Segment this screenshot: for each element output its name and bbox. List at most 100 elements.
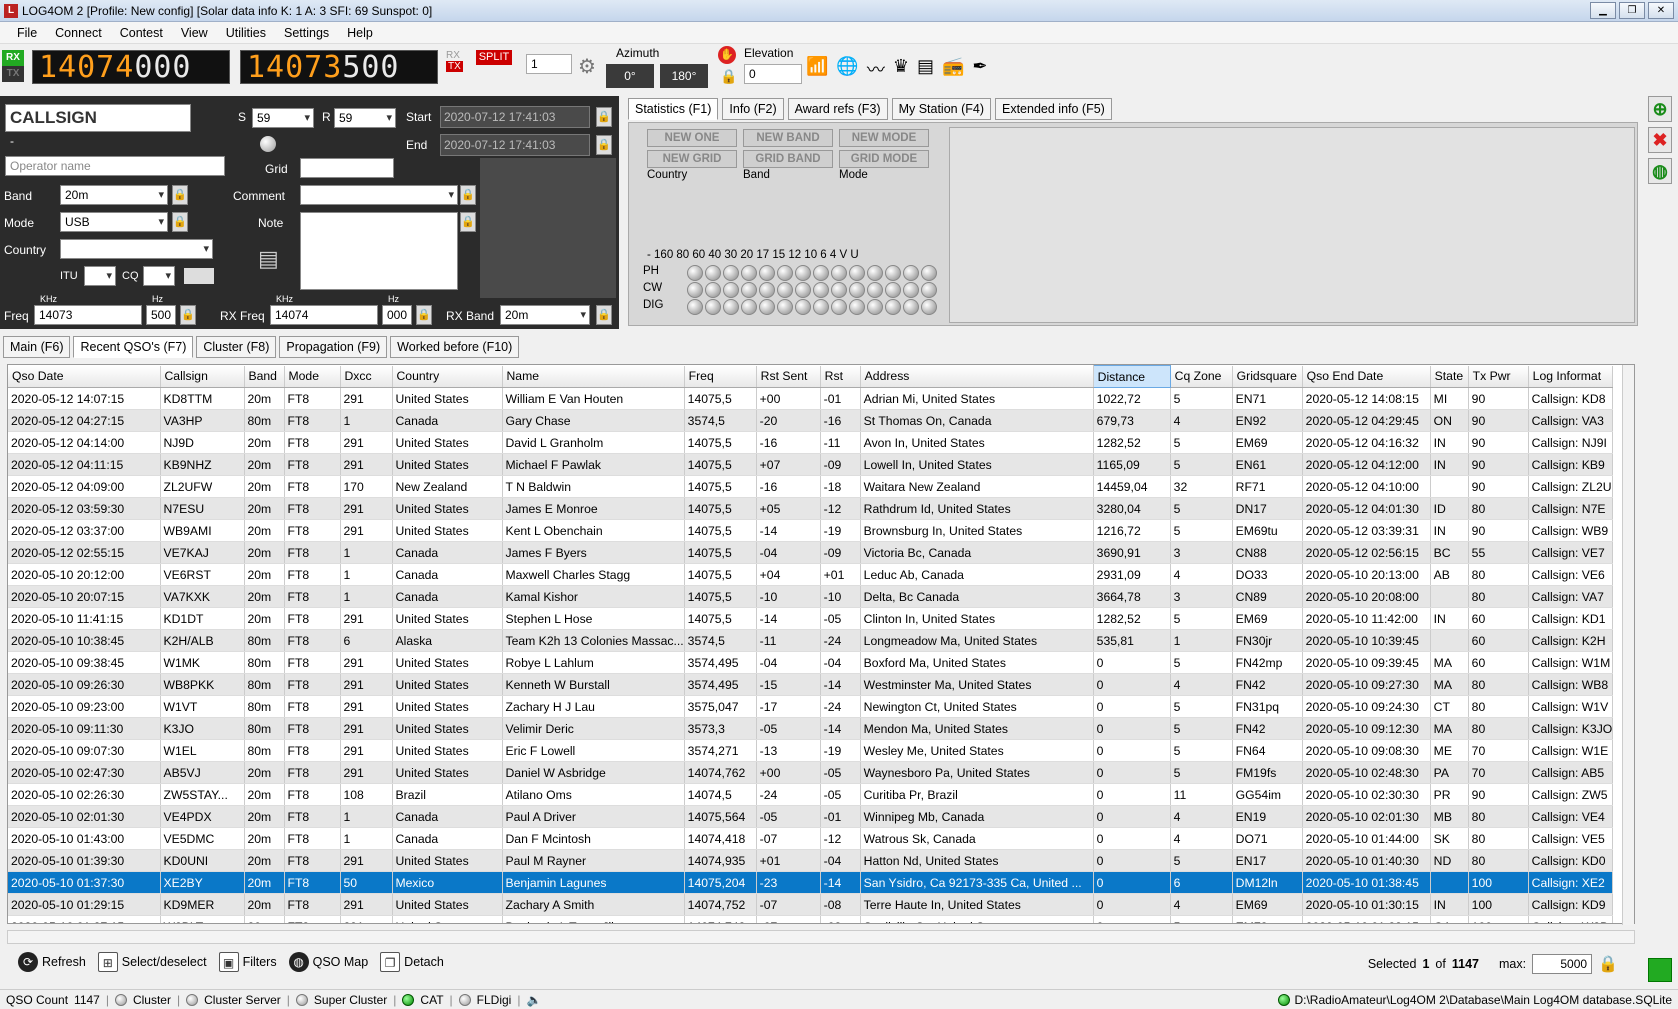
- notebook-icon[interactable]: ▤: [258, 246, 279, 272]
- table-row[interactable]: 2020-05-10 09:38:45 W1MK 80m FT8 291 United S…: [8, 651, 1614, 674]
- table-row[interactable]: 2020-05-10 09:23:00 W1VT 80m FT8 291 United S…: [8, 695, 1614, 718]
- tab-cluster[interactable]: Cluster (F8): [196, 336, 277, 358]
- fldigi-status[interactable]: FLDigi: [477, 993, 512, 1007]
- crown-icon[interactable]: ♛: [893, 56, 909, 82]
- menu-file[interactable]: File: [8, 26, 46, 40]
- azimuth-180-button[interactable]: 180°: [660, 64, 708, 88]
- table-row[interactable]: 2020-05-10 09:07:30 W1EL 80m FT8 291 United S…: [8, 739, 1614, 762]
- list-icon[interactable]: ▤: [917, 56, 934, 82]
- table-row[interactable]: 2020-05-10 20:07:15 VA7KXK 20m FT8 1 Canada Ka…: [8, 585, 1614, 608]
- column-header[interactable]: Qso End Date: [1302, 365, 1431, 388]
- filters-button[interactable]: ▣ Filters: [218, 952, 277, 972]
- column-header[interactable]: Rst: [820, 365, 861, 388]
- column-header[interactable]: Log Informat: [1528, 365, 1614, 388]
- propagation-icon[interactable]: 〰: [867, 56, 885, 82]
- tab-statistics[interactable]: Statistics (F1): [628, 98, 719, 120]
- column-header[interactable]: Qso Date: [8, 365, 161, 388]
- table-row[interactable]: 2020-05-10 10:38:45 K2H/ALB 80m FT8 6 Alaska T…: [8, 629, 1614, 652]
- grid-input[interactable]: [300, 158, 394, 178]
- minimize-button[interactable]: ▁: [1590, 2, 1616, 19]
- table-row[interactable]: 2020-05-10 20:12:00 VE6RST 20m FT8 1 Canada Ma…: [8, 563, 1614, 586]
- rxfreq-lock-icon[interactable]: 🔒: [416, 305, 432, 325]
- tab-worked-before[interactable]: Worked before (F10): [390, 336, 520, 358]
- vfo-stepper[interactable]: 1: [526, 54, 572, 74]
- column-header[interactable]: Gridsquare: [1232, 365, 1303, 388]
- azimuth-0-button[interactable]: 0°: [606, 64, 654, 88]
- tab-recent-qsos[interactable]: Recent QSO's (F7): [73, 336, 194, 358]
- table-row[interactable]: 2020-05-12 14:07:15 KD8TTM 20m FT8 291 United…: [8, 387, 1614, 410]
- start-lock-icon[interactable]: 🔒: [596, 107, 612, 127]
- max-lock-icon[interactable]: 🔒: [1598, 954, 1618, 974]
- cluster-server-status[interactable]: Cluster Server: [204, 993, 281, 1007]
- refresh-button[interactable]: ⟳ Refresh: [18, 952, 86, 972]
- table-row[interactable]: 2020-05-12 04:14:00 NJ9D 20m FT8 291 United S…: [8, 431, 1614, 454]
- vertical-scrollbar[interactable]: [1622, 365, 1634, 925]
- start-datetime[interactable]: 2020-07-12 17:41:03: [440, 106, 590, 128]
- freq-lock-icon[interactable]: 🔒: [180, 305, 196, 325]
- menu-view[interactable]: View: [172, 26, 217, 40]
- rst-received-select[interactable]: 59: [334, 108, 396, 128]
- column-header[interactable]: Freq: [684, 365, 757, 388]
- globe-lookup-icon[interactable]: ◍: [1648, 158, 1672, 184]
- menu-contest[interactable]: Contest: [111, 26, 172, 40]
- clear-qso-icon[interactable]: ✖: [1648, 127, 1672, 153]
- note-lock-icon[interactable]: 🔒: [460, 212, 476, 232]
- cq-select[interactable]: [143, 266, 175, 286]
- qso-map-button[interactable]: ◍ QSO Map: [288, 952, 368, 972]
- comment-input[interactable]: [300, 185, 458, 205]
- max-input[interactable]: 5000: [1532, 954, 1593, 974]
- column-header[interactable]: Dxcc: [340, 365, 393, 388]
- freq-hz-input[interactable]: 500: [146, 305, 176, 325]
- column-header[interactable]: Address: [860, 365, 1094, 388]
- radio-icon[interactable]: 📻: [942, 56, 964, 82]
- cluster-status[interactable]: Cluster: [133, 993, 171, 1007]
- country-select[interactable]: [60, 239, 213, 259]
- tab-propagation[interactable]: Propagation (F9): [279, 336, 388, 358]
- pen-icon[interactable]: ✒: [972, 56, 987, 82]
- elevation-input[interactable]: 0: [744, 64, 802, 84]
- maximize-button[interactable]: ❐: [1619, 2, 1645, 19]
- menu-settings[interactable]: Settings: [275, 26, 338, 40]
- add-qso-icon[interactable]: ⊕: [1648, 96, 1672, 122]
- table-row[interactable]: 2020-05-10 09:11:30 K3JO 80m FT8 291 United S…: [8, 717, 1614, 740]
- column-header[interactable]: State: [1430, 365, 1469, 388]
- table-row[interactable]: 2020-05-12 02:55:15 VE7KAJ 20m FT8 1 Canada Ja…: [8, 541, 1614, 564]
- rxfreq-khz-input[interactable]: 14074: [270, 305, 378, 325]
- rx-frequency-display[interactable]: 14073500: [240, 50, 438, 85]
- table-row[interactable]: 2020-05-10 11:41:15 KD1DT 20m FT8 291 United …: [8, 607, 1614, 630]
- detach-button[interactable]: ❐ Detach: [380, 952, 444, 972]
- table-row[interactable]: 2020-05-12 03:59:30 N7ESU 20m FT8 291 United …: [8, 497, 1614, 520]
- column-header[interactable]: Distance: [1092, 365, 1171, 388]
- note-textarea[interactable]: [300, 212, 458, 290]
- tab-my-station[interactable]: My Station (F4): [891, 98, 991, 120]
- band-lock-icon[interactable]: 🔒: [172, 185, 188, 205]
- rxband-lock-icon[interactable]: 🔒: [596, 305, 612, 325]
- antenna-icon[interactable]: 📶: [806, 56, 828, 82]
- tab-info[interactable]: Info (F2): [722, 98, 784, 120]
- rst-sent-select[interactable]: 59: [252, 108, 314, 128]
- itu-select[interactable]: [84, 266, 116, 286]
- table-row[interactable]: 2020-05-12 04:09:00 ZL2UFW 20m FT8 170 New Ze…: [8, 475, 1614, 498]
- rxfreq-hz-input[interactable]: 000: [382, 305, 412, 325]
- callsign-input[interactable]: CALLSIGN: [5, 104, 191, 132]
- table-row[interactable]: 2020-05-10 01:37:30 XE2BY 20m FT8 50 Mexico Be…: [8, 871, 1614, 894]
- band-select[interactable]: 20m: [60, 185, 168, 205]
- select-deselect-button[interactable]: ⊞ Select/deselect: [97, 952, 207, 972]
- horizontal-scrollbar[interactable]: [7, 930, 1635, 944]
- end-datetime[interactable]: 2020-07-12 17:41:03: [440, 134, 590, 156]
- column-header[interactable]: Name: [502, 365, 685, 388]
- stop-rotor-icon[interactable]: ✋: [718, 46, 736, 64]
- table-row[interactable]: 2020-05-10 02:47:30 AB5VJ 20m FT8 291 United …: [8, 761, 1614, 784]
- column-header[interactable]: Rst Sent: [756, 365, 821, 388]
- table-row[interactable]: 2020-05-10 01:43:00 VE5DMC 20m FT8 1 Canada Da…: [8, 827, 1614, 850]
- column-header[interactable]: Tx Pwr: [1468, 365, 1529, 388]
- speaker-icon[interactable]: 🔈: [526, 993, 541, 1007]
- mode-lock-icon[interactable]: 🔒: [172, 212, 188, 232]
- cat-status[interactable]: CAT: [420, 993, 443, 1007]
- operator-name-input[interactable]: Operator name: [5, 156, 225, 176]
- gear-icon[interactable]: ⚙: [578, 54, 596, 79]
- tab-extended-info[interactable]: Extended info (F5): [995, 98, 1112, 120]
- column-header[interactable]: Country: [392, 365, 503, 388]
- table-row[interactable]: 2020-05-12 04:11:15 KB9NHZ 20m FT8 291 United…: [8, 453, 1614, 476]
- column-header[interactable]: Callsign: [160, 365, 245, 388]
